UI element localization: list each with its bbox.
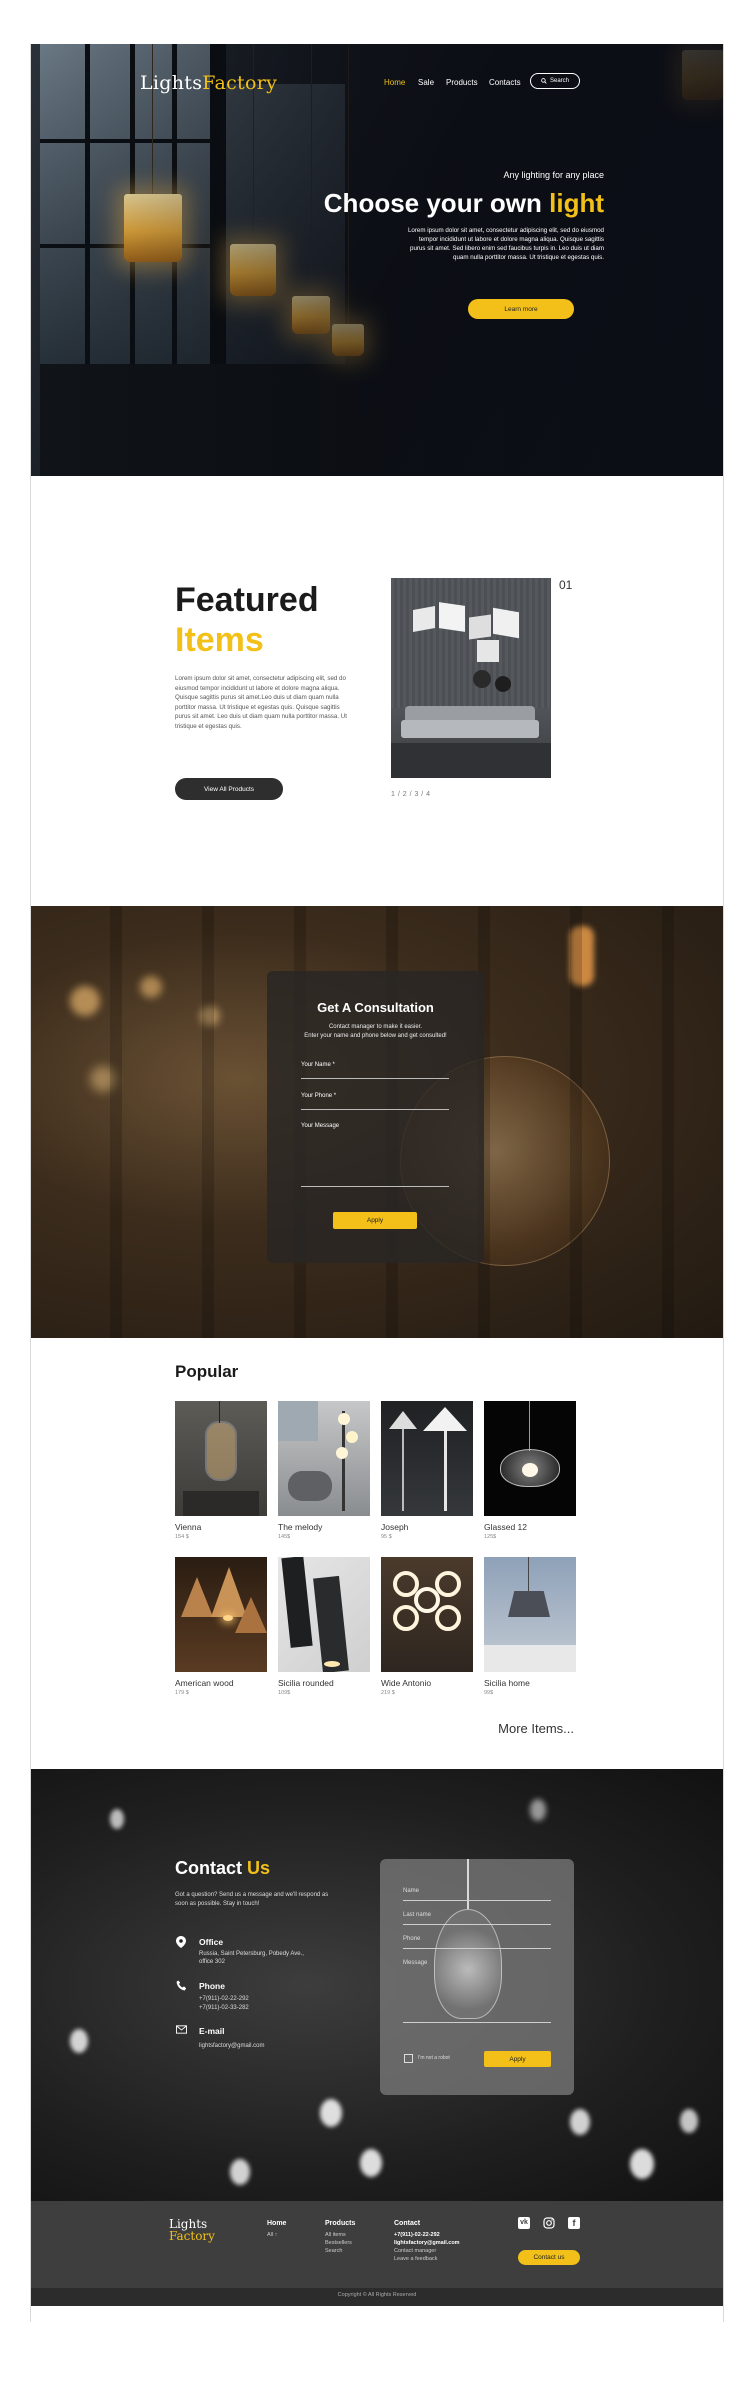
page-frame [30, 44, 724, 2322]
